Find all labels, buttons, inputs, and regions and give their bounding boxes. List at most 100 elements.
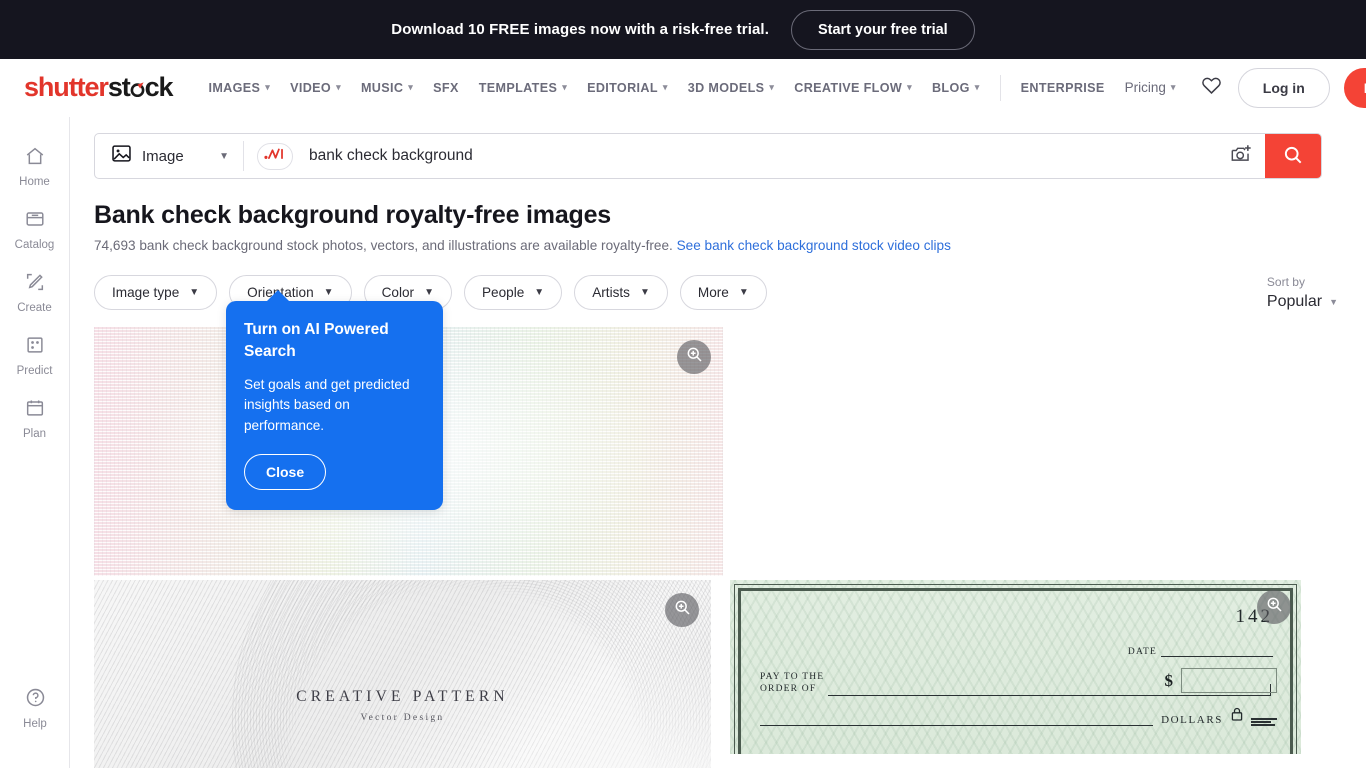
nav-label: CREATIVE FLOW — [794, 80, 903, 95]
tile-zoom-button[interactable] — [677, 340, 711, 374]
logo-text-mid: st — [107, 72, 131, 102]
nav-label: IMAGES — [208, 80, 261, 95]
shutterstock-logo[interactable]: shutterst ck — [24, 72, 174, 103]
nav-item-templates[interactable]: TEMPLATES ▾ — [469, 75, 577, 101]
lock-icon — [1231, 707, 1243, 726]
ai-search-toggle[interactable] — [257, 142, 293, 170]
check-payto-line1: PAY TO THE — [760, 672, 825, 682]
chevron-down-icon: ▾ — [265, 82, 271, 92]
check-dollars-label: DOLLARS — [1161, 714, 1223, 726]
results-summary: 74,693 bank check background stock photo… — [94, 238, 1342, 253]
chevron-down-icon: ▼ — [1329, 296, 1338, 307]
filter-image-type[interactable]: Image type ▼ — [94, 275, 218, 310]
check-amount-box — [1181, 668, 1277, 693]
coachmark-close-button[interactable]: Close — [244, 454, 327, 491]
filter-artists[interactable]: Artists ▼ — [574, 275, 668, 310]
result-tile-green-bank-check[interactable]: 142 DATE PAY TO THE ORDER OF $ DOLLARS — [730, 580, 1301, 754]
results-count-text: 74,693 bank check background stock photo… — [94, 238, 673, 253]
tile-caption-subtitle: Vector Design — [360, 713, 445, 723]
logo-text-end: ck — [144, 72, 174, 102]
rail-item-catalog[interactable]: Catalog — [0, 198, 70, 261]
nav-item-3d-models[interactable]: 3D MODELS ▾ — [678, 75, 785, 101]
nav-label: BLOG — [931, 80, 970, 95]
login-button[interactable]: Log in — [1237, 67, 1330, 108]
tile-zoom-button[interactable] — [665, 593, 699, 627]
rail-item-plan[interactable]: Plan — [0, 387, 70, 450]
result-tile-creative-pattern[interactable]: CREATIVE PATTERN Vector Design — [94, 580, 711, 768]
filter-label: More — [697, 285, 729, 300]
nav-label: Pricing — [1124, 80, 1166, 95]
chevron-down-icon: ▾ — [408, 82, 414, 92]
help-circle-icon — [24, 686, 47, 714]
search-submit-button[interactable] — [1265, 134, 1321, 178]
logo-o-mark — [130, 82, 145, 97]
check-words-line — [760, 716, 1154, 726]
tile-caption: CREATIVE PATTERN Vector Design — [94, 688, 711, 723]
favorites-button[interactable] — [1194, 70, 1230, 106]
nav-label: MUSIC — [360, 80, 404, 95]
nav-right-group: Pricing ▾ Log in Free t — [1115, 67, 1366, 108]
rail-item-help[interactable]: Help — [0, 676, 70, 740]
free-trial-button[interactable]: Free t — [1343, 67, 1366, 108]
image-icon — [111, 144, 132, 168]
chevron-down-icon: ▼ — [738, 286, 749, 298]
chevron-down-icon: ▼ — [323, 286, 334, 298]
chevron-down-icon: ▾ — [562, 82, 568, 92]
rail-item-home[interactable]: Home — [0, 135, 70, 198]
search-type-label: Image — [142, 147, 184, 165]
filter-people[interactable]: People ▼ — [463, 275, 563, 310]
nav-item-video[interactable]: VIDEO ▾ — [280, 75, 351, 101]
filter-label: People — [481, 285, 525, 300]
nav-item-pricing[interactable]: Pricing ▾ — [1115, 74, 1186, 101]
nav-item-images[interactable]: IMAGES ▾ — [198, 75, 280, 101]
nav-item-blog[interactable]: BLOG ▾ — [922, 75, 990, 101]
nav-item-editorial[interactable]: EDITORIAL ▾ — [577, 75, 678, 101]
rail-label: Help — [23, 718, 47, 730]
nav-label: SFX — [433, 80, 459, 95]
sort-by-label: Sort by — [1266, 275, 1305, 289]
filter-label: Image type — [112, 285, 180, 300]
nav-label: 3D MODELS — [687, 80, 765, 95]
chevron-down-icon: ▼ — [219, 150, 229, 162]
nav-item-sfx[interactable]: SFX — [423, 75, 469, 101]
main-navigation: shutterst ck IMAGES ▾ VIDEO ▾ MUSIC ▾ SFX… — [0, 59, 1366, 117]
rail-label: Catalog — [14, 239, 55, 251]
search-type-select[interactable]: Image ▼ — [95, 134, 243, 178]
coachmark-body: Set goals and get predicted insights bas… — [244, 377, 410, 433]
heading-area: Bank check background royalty-free image… — [70, 179, 1366, 253]
start-free-trial-button[interactable]: Start your free trial — [790, 9, 975, 50]
rail-item-create[interactable]: Create — [0, 261, 70, 324]
promo-text: Download 10 FREE images now with a risk-… — [391, 21, 769, 38]
filter-more[interactable]: More ▼ — [679, 275, 767, 310]
ai-search-coachmark: Turn on AI Powered Search Set goals and … — [226, 289, 443, 511]
nav-item-music[interactable]: MUSIC ▾ — [351, 75, 423, 101]
sort-by-select[interactable]: Popular ▼ — [1267, 293, 1338, 311]
chevron-down-icon: ▾ — [907, 82, 912, 92]
check-date-label: DATE — [1127, 647, 1157, 657]
search-row: Image ▼ — [70, 117, 1366, 179]
promo-banner: Download 10 FREE images now with a risk-… — [0, 0, 1366, 59]
visual-search-button[interactable] — [1219, 134, 1265, 178]
check-dollar-sign: $ — [1164, 670, 1174, 690]
search-input[interactable] — [303, 134, 1219, 178]
magnify-plus-icon — [1265, 595, 1284, 619]
rail-label: Predict — [16, 365, 53, 377]
check-amount-field: $ — [1164, 668, 1277, 693]
nav-item-enterprise[interactable]: ENTERPRISE — [1011, 75, 1115, 101]
magnify-plus-icon — [673, 598, 692, 622]
video-clips-link[interactable]: See bank check background stock video cl… — [677, 238, 951, 253]
filter-label: Artists — [592, 285, 630, 300]
tile-zoom-button[interactable] — [1257, 590, 1291, 624]
heart-icon — [1201, 75, 1222, 101]
coachmark-title: Turn on AI Powered Search — [244, 321, 389, 360]
nav-label: ENTERPRISE — [1020, 80, 1105, 95]
chevron-down-icon: ▾ — [974, 82, 980, 92]
nav-item-creative-flow[interactable]: CREATIVE FLOW ▾ — [784, 75, 922, 101]
rail-item-predict[interactable]: Predict — [0, 324, 70, 387]
plan-calendar-icon — [24, 397, 46, 424]
create-pencil-icon — [24, 271, 46, 298]
camera-plus-icon — [1230, 143, 1254, 169]
left-rail: Home Catalog Create Predict Plan Help — [0, 117, 70, 768]
nav-label: VIDEO — [290, 80, 332, 95]
chevron-down-icon: ▾ — [769, 82, 775, 92]
